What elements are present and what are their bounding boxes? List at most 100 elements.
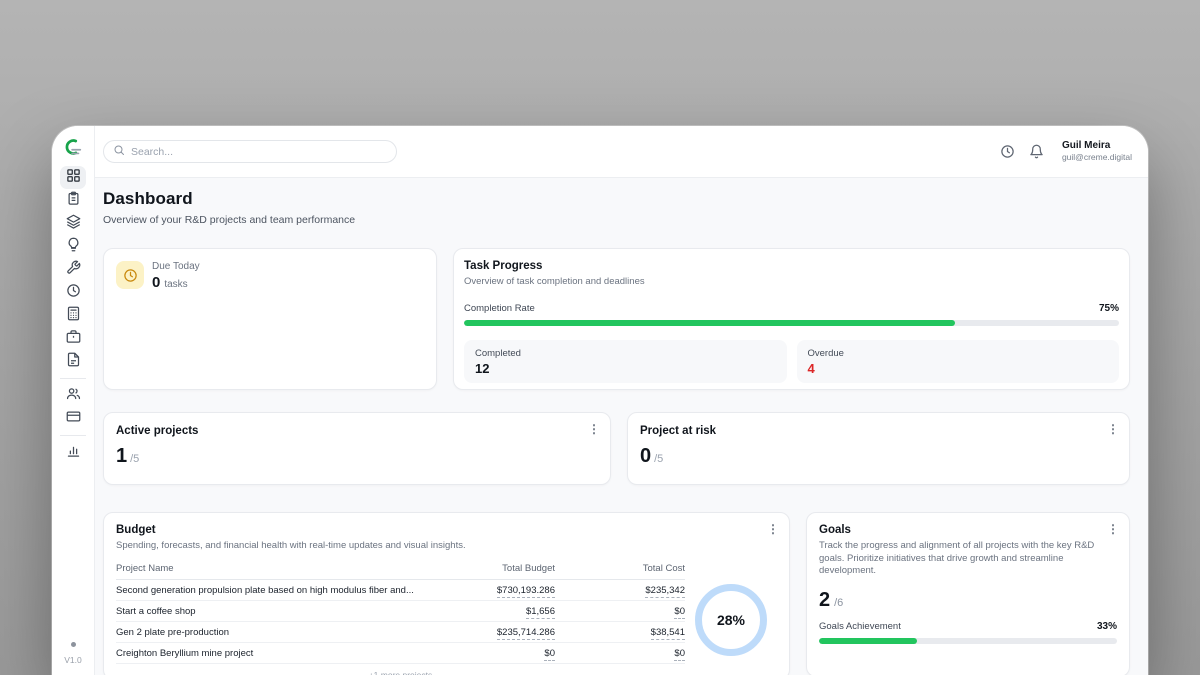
overdue-box: Overdue 4 — [797, 340, 1120, 383]
page-subtitle: Overview of your R&D projects and team p… — [103, 214, 1130, 226]
creme-logo — [61, 135, 85, 159]
more-projects-link[interactable]: +1 more projects — [116, 664, 685, 675]
goals-bar-fill — [819, 638, 917, 644]
kebab-menu-icon[interactable]: ⋮ — [767, 523, 779, 535]
credit-card-icon — [66, 409, 81, 429]
sidebar-item-time[interactable] — [60, 281, 86, 304]
project-at-risk-card: Project at risk ⋮ 0 /5 — [627, 412, 1130, 485]
budget-donut-percent: 28% — [717, 612, 745, 628]
sidebar-item-team[interactable] — [60, 384, 86, 407]
sidebar-item-billing[interactable] — [60, 407, 86, 430]
sidebar-item-lab[interactable] — [60, 258, 86, 281]
due-today-card: Due Today 0 tasks — [103, 248, 437, 390]
overdue-value: 4 — [808, 361, 1109, 376]
sidebar-footer: V1.0 — [64, 642, 82, 675]
status-dot — [71, 642, 76, 647]
sidebar-item-documents[interactable] — [60, 350, 86, 373]
project-name: Second generation propulsion plate based… — [116, 585, 435, 596]
goals-achievement-value: 33% — [1097, 621, 1117, 632]
sidebar-separator — [60, 378, 86, 379]
topbar-right: Guil Meira guil@creme.digital — [1000, 140, 1132, 163]
total-cost-value[interactable]: $0 — [674, 606, 685, 619]
clipboard-tasks-icon — [66, 191, 81, 211]
project-name: Start a coffee shop — [116, 606, 435, 617]
sidebar-item-budgeting[interactable] — [60, 304, 86, 327]
users-icon — [66, 386, 81, 406]
table-row[interactable]: Second generation propulsion plate based… — [116, 580, 685, 601]
active-projects-title: Active projects — [116, 425, 598, 437]
completion-bar-track — [464, 320, 1119, 326]
total-cost-value[interactable]: $38,541 — [651, 627, 685, 640]
desktop-background: V1.0 Guil Meira guil@creme.digital — [0, 0, 1200, 675]
completion-rate-value: 75% — [1099, 303, 1119, 314]
user-menu[interactable]: Guil Meira guil@creme.digital — [1062, 140, 1132, 163]
clock-icon — [66, 283, 81, 303]
sidebar-item-ideas[interactable] — [60, 235, 86, 258]
total-budget-value[interactable]: $0 — [544, 648, 555, 661]
search-input[interactable] — [131, 146, 387, 158]
wrench-icon — [66, 260, 81, 280]
total-budget-value[interactable]: $730,193.286 — [497, 585, 555, 598]
due-today-count: 0 — [152, 274, 160, 291]
row-3: Budget ⋮ Spending, forecasts, and financ… — [103, 512, 1130, 675]
task-progress-title: Task Progress — [464, 260, 1119, 272]
sidebar-item-projects[interactable] — [60, 212, 86, 235]
search-box[interactable] — [103, 140, 397, 163]
goals-bar-track — [819, 638, 1117, 644]
budget-table-header: Project Name Total Budget Total Cost — [116, 560, 685, 580]
bell-icon[interactable] — [1029, 144, 1045, 160]
dashboard-grid-icon — [66, 168, 81, 188]
sidebar-item-tasks[interactable] — [60, 189, 86, 212]
completion-bar-fill — [464, 320, 955, 326]
total-budget-value[interactable]: $1,656 — [526, 606, 555, 619]
budget-title: Budget — [116, 524, 777, 536]
kebab-menu-icon[interactable]: ⋮ — [1107, 423, 1119, 435]
kebab-menu-icon[interactable]: ⋮ — [1107, 523, 1119, 535]
completed-label: Completed — [475, 348, 776, 359]
table-row[interactable]: Gen 2 plate pre-production $235,714.286 … — [116, 622, 685, 643]
project-at-risk-total: /5 — [654, 453, 663, 465]
active-projects-value: 1 — [116, 446, 127, 466]
goals-value: 2 — [819, 590, 830, 610]
due-today-info: Due Today 0 tasks — [152, 261, 200, 377]
table-row[interactable]: Start a coffee shop $1,656 $0 — [116, 601, 685, 622]
kebab-menu-icon[interactable]: ⋮ — [588, 423, 600, 435]
row-1: Due Today 0 tasks Task Progress Overview… — [103, 248, 1130, 390]
version-label: V1.0 — [64, 655, 82, 665]
due-today-unit: tasks — [164, 279, 187, 290]
bar-chart-icon — [66, 443, 81, 463]
total-cost-value[interactable]: $0 — [674, 648, 685, 661]
user-email: guil@creme.digital — [1062, 152, 1132, 163]
sidebar: V1.0 — [52, 126, 95, 675]
project-at-risk-value: 0 — [640, 446, 651, 466]
clock-icon[interactable] — [1000, 144, 1016, 160]
user-name: Guil Meira — [1062, 140, 1132, 152]
project-at-risk-title: Project at risk — [640, 425, 1117, 437]
budget-donut-area: 28% — [685, 560, 777, 675]
due-clock-icon — [116, 261, 144, 289]
total-cost-value[interactable]: $235,342 — [645, 585, 685, 598]
task-progress-card: Task Progress Overview of task completio… — [453, 248, 1130, 390]
sidebar-separator — [60, 435, 86, 436]
budget-subtitle: Spending, forecasts, and financial healt… — [116, 540, 777, 551]
dashboard-content: Dashboard Overview of your R&D projects … — [95, 178, 1148, 675]
goals-card: Goals ⋮ Track the progress and alignment… — [806, 512, 1130, 675]
calculator-icon — [66, 306, 81, 326]
table-row[interactable]: Creighton Beryllium mine project $0 $0 — [116, 643, 685, 664]
app-window: V1.0 Guil Meira guil@creme.digital — [52, 126, 1148, 675]
budget-card: Budget ⋮ Spending, forecasts, and financ… — [103, 512, 790, 675]
goals-subtitle: Track the progress and alignment of all … — [819, 540, 1117, 578]
topbar: Guil Meira guil@creme.digital — [95, 126, 1148, 178]
sidebar-item-analytics[interactable] — [60, 441, 86, 464]
search-icon — [113, 143, 125, 161]
main-area: Guil Meira guil@creme.digital Dashboard … — [95, 126, 1148, 675]
total-budget-value[interactable]: $235,714.286 — [497, 627, 555, 640]
goals-achievement-label: Goals Achievement — [819, 621, 901, 632]
sidebar-item-portfolio[interactable] — [60, 327, 86, 350]
page-title: Dashboard — [103, 189, 1130, 209]
col-total-budget: Total Budget — [435, 563, 555, 574]
budget-table: Project Name Total Budget Total Cost Sec… — [116, 560, 685, 675]
goals-title: Goals — [819, 524, 1117, 536]
due-today-label: Due Today — [152, 261, 200, 272]
sidebar-item-dashboard[interactable] — [60, 166, 86, 189]
